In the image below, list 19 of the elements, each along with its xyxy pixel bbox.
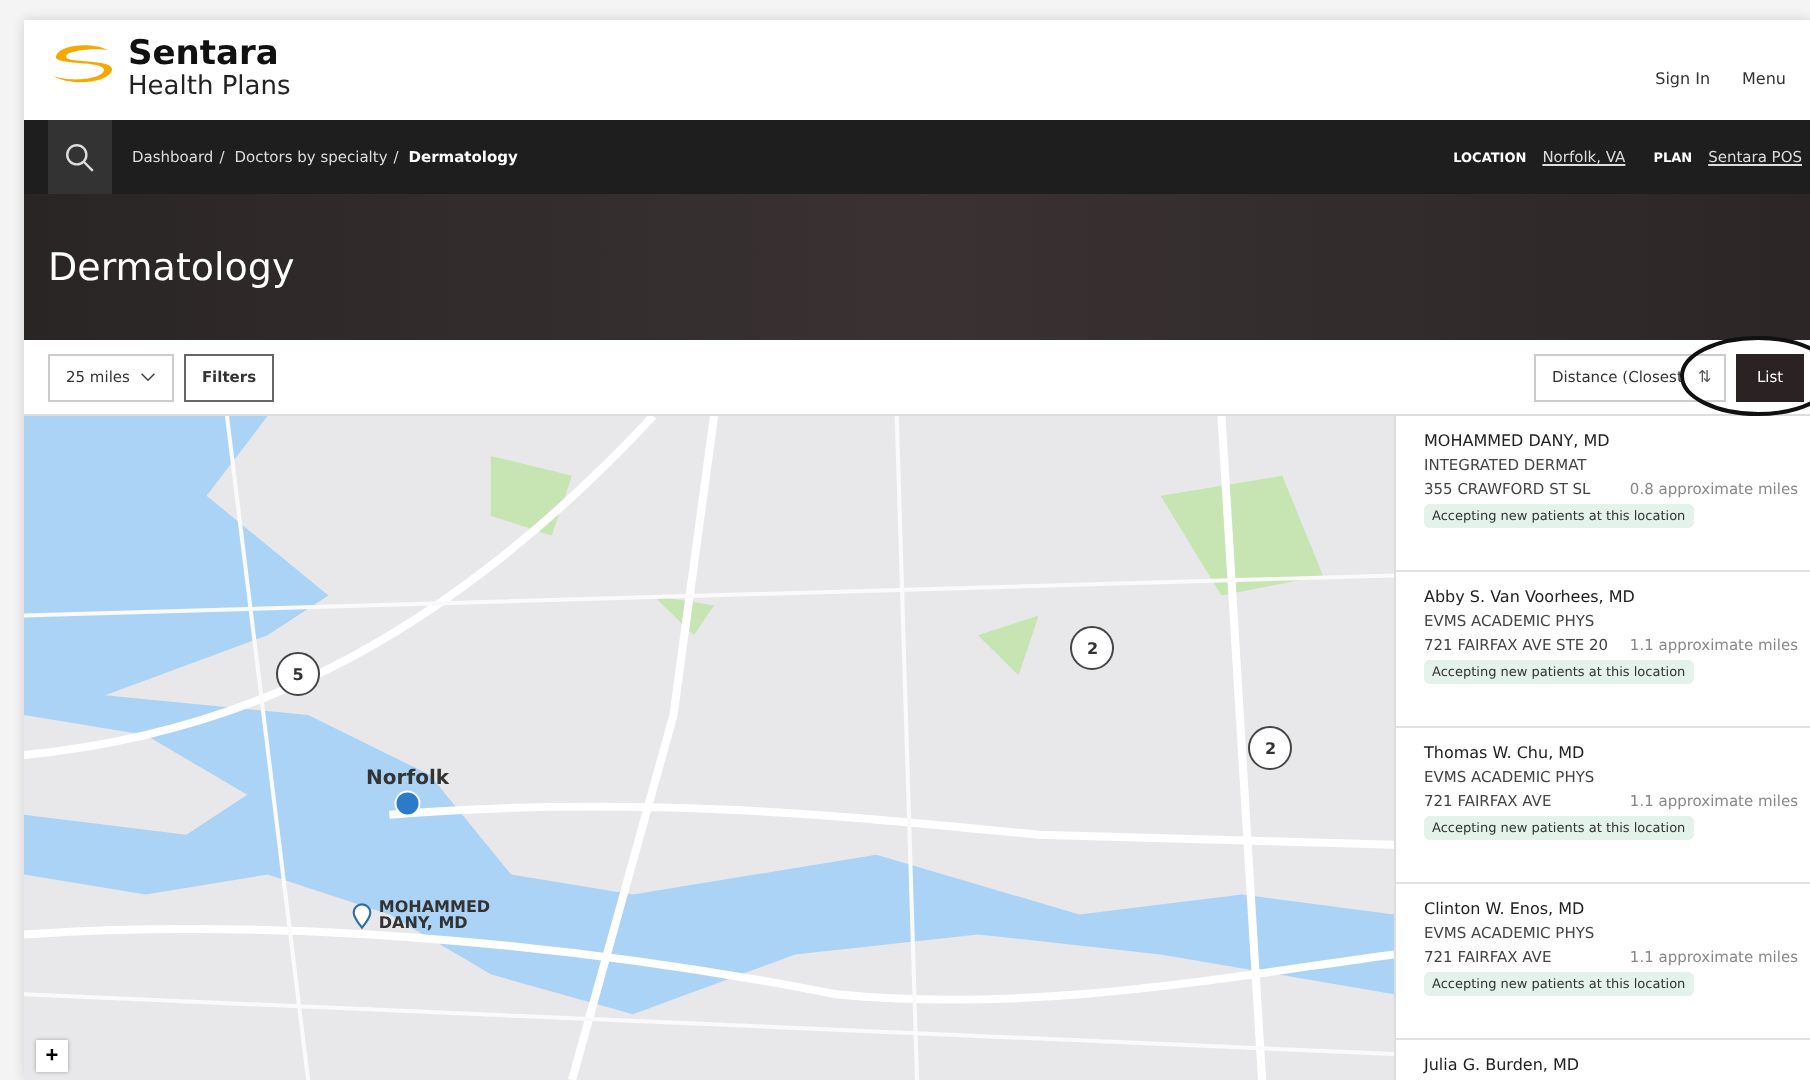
header-link[interactable]: Sign In [1655, 69, 1711, 87]
doctor-card[interactable]: Julia G. Burden, MD [1396, 1040, 1810, 1080]
page-title: Dermatology [48, 245, 295, 289]
map-pin-icon[interactable] [352, 902, 373, 931]
doctor-name: Abby S. Van Voorhees, MD [1424, 588, 1635, 606]
search-button[interactable] [48, 120, 112, 194]
chevron-down-icon [139, 372, 156, 382]
sort-order-button[interactable]: ⇅ [1686, 353, 1726, 401]
doctor-name: Thomas W. Chu, MD [1424, 744, 1585, 762]
brand-name: Sentara [128, 38, 279, 75]
brand-subtitle: Health Plans [128, 74, 291, 102]
doctor-name: Julia G. Burden, MD [1424, 1056, 1580, 1074]
doctor-name: MOHAMMED DANY, MD [1424, 432, 1610, 450]
search-icon [64, 141, 96, 173]
header-link[interactable]: Menu [1742, 69, 1786, 87]
doctor-name: Clinton W. Enos, MD [1424, 900, 1585, 918]
zoom-in-button[interactable]: + [36, 1040, 68, 1072]
map-city-label: Norfolk [366, 767, 450, 790]
map-pin-label: MOHAMMED DANY, MD [378, 900, 493, 933]
